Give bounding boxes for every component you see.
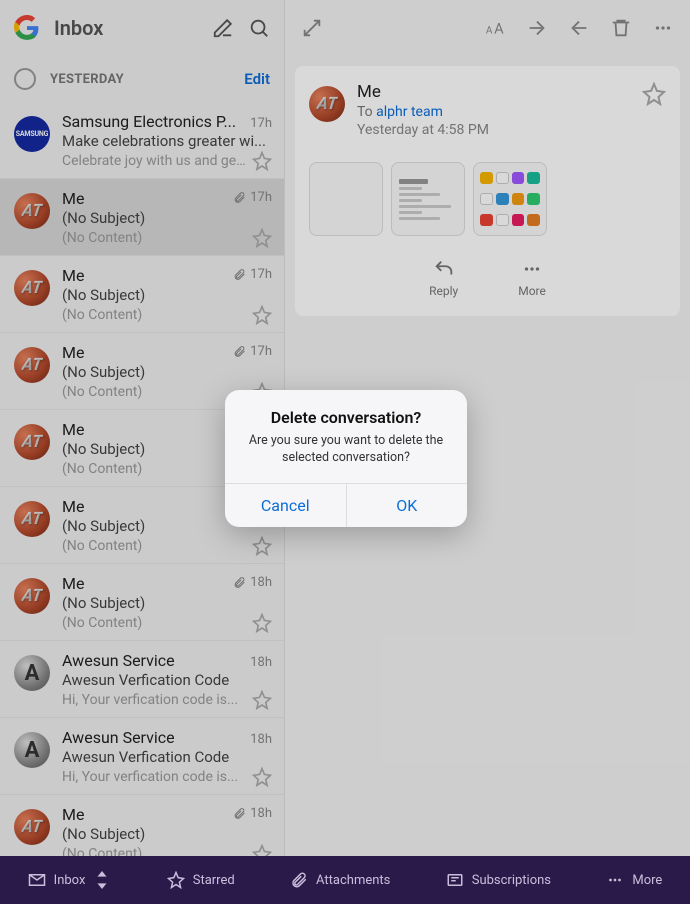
reply-icon[interactable] (568, 17, 590, 39)
subject: Awesun Verfication Code (62, 671, 272, 689)
tab-subscriptions[interactable]: Subscriptions (446, 871, 551, 889)
avatar: A (14, 655, 50, 691)
preview: (No Content) (62, 230, 246, 246)
time: 17h (233, 190, 272, 205)
sender: Me (62, 420, 84, 439)
subject: Make celebrations greater wi... (62, 132, 272, 150)
preview: (No Content) (62, 461, 246, 477)
preview: (No Content) (62, 846, 246, 856)
text-size-icon[interactable]: AA (484, 17, 506, 39)
cancel-button[interactable]: Cancel (225, 484, 346, 527)
time: 17h (233, 344, 272, 359)
subject: Awesun Verfication Code (62, 748, 272, 766)
ok-button[interactable]: OK (346, 484, 468, 527)
trash-icon[interactable] (610, 17, 632, 39)
preview: Hi, Your verfication code is... (62, 692, 246, 708)
section-label: YESTERDAY (50, 72, 230, 87)
recipient-link[interactable]: alphr team (376, 104, 443, 120)
time: 17h (250, 116, 272, 131)
message-row[interactable]: AT Me 17h (No Subject) (No Content) (0, 179, 284, 256)
reading-toolbar: AA (285, 0, 690, 56)
sender: Me (62, 574, 84, 593)
avatar: AT (14, 270, 50, 306)
message-row[interactable]: A Awesun Service 18hAwesun Verfication Cod… (0, 641, 284, 718)
chevron-updown-icon (93, 871, 111, 889)
avatar: AT (14, 424, 50, 460)
attachment-thumb[interactable] (309, 162, 383, 236)
sender: Me (62, 497, 84, 516)
message-row[interactable]: AT Me 18h (No Subject) (No Content) (0, 564, 284, 641)
preview: (No Content) (62, 538, 246, 554)
section-header: YESTERDAY Edit (0, 56, 284, 102)
expand-icon[interactable] (301, 17, 323, 39)
sender: Me (62, 266, 84, 285)
avatar: A (14, 732, 50, 768)
subject: (No Subject) (62, 825, 272, 843)
time: 18h (233, 575, 272, 590)
tab-more[interactable]: More (606, 871, 662, 889)
time: 17h (233, 267, 272, 282)
avatar: AT (14, 347, 50, 383)
time: 18h (250, 655, 272, 670)
email-from: Me (357, 82, 630, 102)
tab-starred[interactable]: Starred (167, 871, 235, 889)
time: 18h (250, 732, 272, 747)
delete-dialog: Delete conversation? Are you sure you wa… (225, 390, 467, 527)
dialog-message: Are you sure you want to delete the sele… (241, 433, 451, 467)
attachment-thumb[interactable] (391, 162, 465, 236)
google-logo-icon (14, 15, 40, 41)
svg-text:A: A (486, 26, 493, 37)
avatar: AT (14, 193, 50, 229)
more-button[interactable]: More (518, 258, 546, 298)
svg-text:A: A (494, 20, 504, 38)
message-row[interactable]: A Awesun Service 18hAwesun Verfication Cod… (0, 718, 284, 795)
avatar: AT (14, 809, 50, 845)
message-row[interactable]: AT Me 17h (No Subject) (No Content) (0, 256, 284, 333)
subject: (No Subject) (62, 286, 272, 304)
compose-icon[interactable] (212, 17, 234, 39)
left-header: Inbox (0, 0, 284, 56)
tab-attachments[interactable]: Attachments (290, 871, 390, 889)
dialog-title: Delete conversation? (241, 408, 451, 427)
sender-avatar: AT (309, 86, 345, 122)
bottom-nav: Inbox Starred Attachments Subscriptions … (0, 856, 690, 904)
time: 18h (233, 806, 272, 821)
email-to: To alphr team (357, 104, 630, 120)
avatar: AT (14, 501, 50, 537)
message-row[interactable]: AT Me 18h (No Subject) (No Content) (0, 795, 284, 856)
tab-inbox[interactable]: Inbox (28, 871, 112, 889)
message-row[interactable]: SAMSUNG Samsung Electronics P... 17hMake c… (0, 102, 284, 179)
subject: (No Subject) (62, 594, 272, 612)
edit-link[interactable]: Edit (244, 70, 270, 88)
sender: Me (62, 805, 84, 824)
search-icon[interactable] (248, 17, 270, 39)
forward-icon[interactable] (526, 17, 548, 39)
sender: Me (62, 343, 84, 362)
avatar: SAMSUNG (14, 116, 50, 152)
attachments-row (309, 162, 666, 236)
reply-button[interactable]: Reply (429, 258, 458, 298)
preview: (No Content) (62, 615, 246, 631)
email-date: Yesterday at 4:58 PM (357, 122, 630, 138)
avatar: AT (14, 578, 50, 614)
sender: Samsung Electronics P... (62, 112, 236, 131)
sender: Awesun Service (62, 651, 175, 670)
preview: (No Content) (62, 384, 246, 400)
select-all-circle[interactable] (14, 68, 36, 90)
subject: (No Subject) (62, 209, 272, 227)
preview: Celebrate joy with us and get... (62, 153, 246, 169)
attachment-thumb[interactable] (473, 162, 547, 236)
sender: Me (62, 189, 84, 208)
star-icon[interactable] (642, 82, 666, 106)
preview: Hi, Your verfication code is... (62, 769, 246, 785)
subject: (No Subject) (62, 363, 272, 381)
email-card: AT Me To alphr team Yesterday at 4:58 PM (295, 66, 680, 316)
preview: (No Content) (62, 307, 246, 323)
more-icon[interactable] (652, 17, 674, 39)
inbox-title: Inbox (54, 16, 198, 40)
sender: Awesun Service (62, 728, 175, 747)
